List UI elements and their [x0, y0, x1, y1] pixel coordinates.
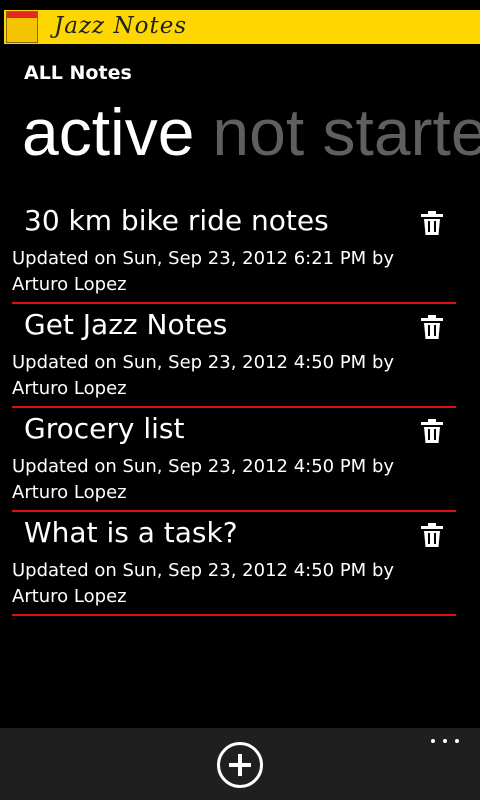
note-title[interactable]: 30 km bike ride notes: [24, 204, 329, 238]
note-updated-info: Updated on Sun, Sep 23, 2012 4:50 PM by …: [12, 560, 395, 607]
trash-icon[interactable]: [420, 210, 444, 236]
note-updated-info: Updated on Sun, Sep 23, 2012 4:50 PM by …: [12, 456, 395, 503]
note-updated-info: Updated on Sun, Sep 23, 2012 6:21 PM by …: [12, 248, 395, 295]
more-options-icon[interactable]: [428, 734, 462, 748]
note-title[interactable]: Grocery list: [24, 412, 184, 446]
app-title: Jazz Notes: [54, 13, 188, 39]
note-title[interactable]: What is a task?: [24, 516, 238, 550]
note-title[interactable]: Get Jazz Notes: [24, 308, 227, 342]
application-bar: [0, 728, 480, 800]
add-note-button[interactable]: [217, 742, 263, 788]
pivot-item-not-started[interactable]: not started: [212, 96, 480, 168]
note-item[interactable]: Grocery list Updated on Sun, Sep 23, 201…: [12, 412, 456, 512]
page-header: ALL Notes: [24, 62, 132, 84]
trash-icon[interactable]: [420, 522, 444, 548]
trash-icon[interactable]: [420, 314, 444, 340]
pivot-header: activenot started: [22, 96, 480, 176]
app-title-bar: Jazz Notes: [4, 10, 480, 44]
note-updated-info: Updated on Sun, Sep 23, 2012 4:50 PM by …: [12, 352, 395, 399]
note-item[interactable]: What is a task? Updated on Sun, Sep 23, …: [12, 516, 456, 616]
note-item[interactable]: Get Jazz Notes Updated on Sun, Sep 23, 2…: [12, 308, 456, 408]
note-item[interactable]: 30 km bike ride notes Updated on Sun, Se…: [12, 204, 456, 304]
pivot-item-active[interactable]: active: [22, 96, 194, 168]
app-logo-icon: [6, 11, 38, 43]
trash-icon[interactable]: [420, 418, 444, 444]
